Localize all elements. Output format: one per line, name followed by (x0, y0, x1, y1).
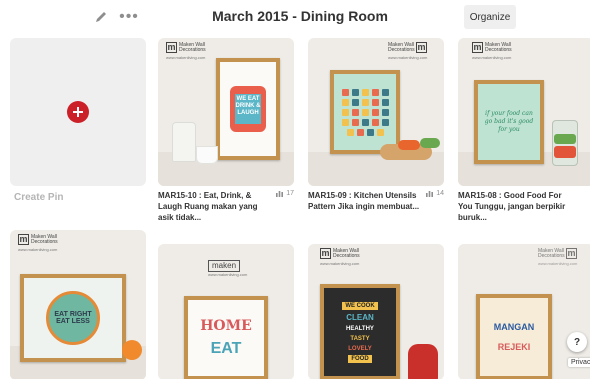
pin-image[interactable]: m Maken Wall Decorations www.makenliving… (308, 244, 444, 379)
art-text: if your food can go bad it's good for yo… (484, 110, 534, 133)
art-frame: WE EAT DRINK & LAUGH (216, 58, 280, 160)
pin-card[interactable]: m Maken Wall Decorations www.makenliving… (158, 38, 294, 223)
pin-card[interactable]: m Maken Wall Decorations www.makenliving… (458, 38, 590, 223)
art-text: REJEKI (497, 342, 531, 352)
brand-logo: m Maken Wall Decorations (320, 247, 360, 259)
pin-image[interactable]: m Maken Wall Decorations www.makenliving… (158, 38, 294, 186)
art-frame: EAT RIGHT EAT LESS (20, 274, 126, 362)
art-text: MANGAN (493, 322, 535, 332)
create-pin-card[interactable] (10, 38, 146, 186)
repin-count: 17 (276, 190, 294, 197)
art-text: HOME (200, 318, 252, 334)
pin-image[interactable]: m Maken Wall Decorations www.makenliving… (458, 38, 590, 186)
art-frame (330, 70, 400, 154)
brand-logo: Maken Wall Decorations m (538, 247, 577, 259)
board-title: March 2015 - Dining Room (212, 8, 388, 24)
repin-count: 14 (426, 190, 444, 197)
pin-image[interactable]: maken www.makenliving.com HOME EAT (158, 244, 294, 379)
pin-description[interactable]: MAR15-09 : Kitchen Utensils Pattern Jika… (308, 190, 420, 212)
art-text: EAT (210, 340, 242, 357)
art-frame: MANGAN REJEKI (476, 294, 552, 379)
pin-image[interactable]: m Maken Wall Decorations www.makenliving… (10, 230, 146, 379)
pin-card[interactable]: m Maken Wall Decorations www.makenliving… (308, 244, 444, 379)
bar-chart-icon (426, 191, 434, 197)
art-frame: HOME EAT (184, 296, 268, 379)
pencil-icon (96, 12, 106, 22)
create-pin-label: Create Pin (14, 192, 64, 203)
art-text: EAT RIGHT EAT LESS (54, 311, 92, 325)
brand-logo: m Maken Wall Decorations (166, 41, 206, 53)
privacy-link[interactable]: Privac (568, 358, 590, 367)
pin-image[interactable]: Maken Wall Decorations m www.makenliving… (308, 38, 444, 186)
edit-board-button[interactable] (90, 6, 112, 28)
pin-card[interactable]: m Maken Wall Decorations www.makenliving… (10, 230, 146, 379)
art-text: WE EAT DRINK & LAUGH (235, 94, 261, 124)
pin-card[interactable]: Maken Wall Decorations m www.makenliving… (308, 38, 444, 212)
board-header: ••• March 2015 - Dining Room Organize (0, 0, 590, 34)
more-button[interactable]: ••• (118, 6, 140, 28)
more-icon: ••• (119, 8, 139, 25)
brand-logo: maken (208, 260, 241, 272)
pin-card[interactable]: maken www.makenliving.com HOME EAT (158, 244, 294, 379)
organize-button[interactable]: Organize (464, 5, 516, 29)
art-frame: if your food can go bad it's good for yo… (474, 80, 544, 164)
plus-icon[interactable] (67, 101, 89, 123)
help-button[interactable]: ? (567, 332, 587, 352)
art-frame: WE COOK CLEAN HEALTHY TASTY LOVELY FOOD (320, 284, 400, 379)
brand-logo: m Maken Wall Decorations (18, 233, 58, 245)
brand-logo: m Maken Wall Decorations (472, 41, 512, 53)
pin-description[interactable]: MAR15-10 : Eat, Drink, & Laugh Ruang mak… (158, 190, 270, 223)
brand-logo: Maken Wall Decorations m (388, 41, 427, 53)
pin-description[interactable]: MAR15-08 : Good Food For You Tunggu, jan… (458, 190, 570, 223)
bar-chart-icon (276, 191, 284, 197)
